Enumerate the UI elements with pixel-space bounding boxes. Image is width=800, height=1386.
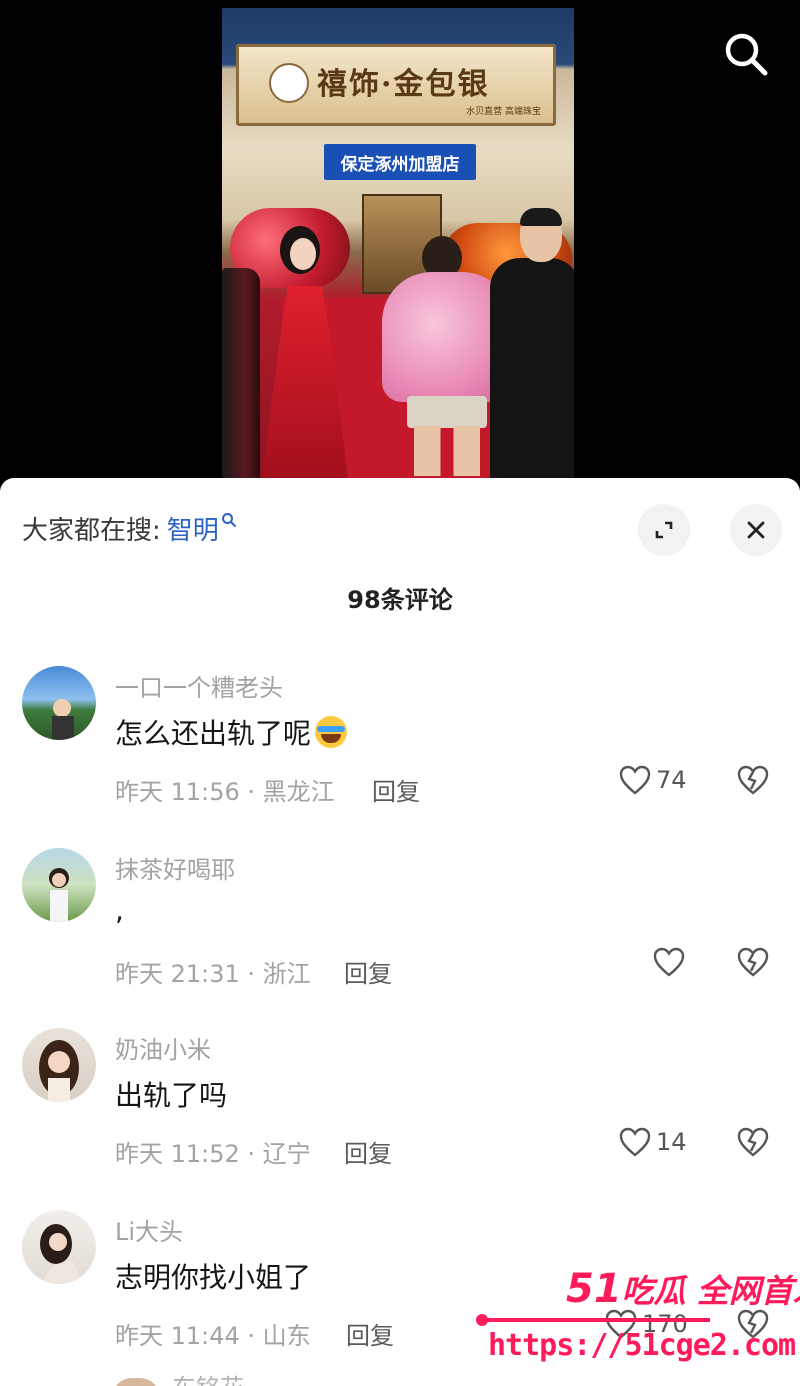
avatar[interactable] xyxy=(22,1028,96,1102)
comment-item: 奶油小米 出轨了吗 昨天 11:52 · 辽宁 回复 14 xyxy=(0,1014,800,1194)
comment-meta: 昨天 11:56 · 黑龙江 xyxy=(115,778,335,806)
comment-item: Li大头 志明你找小姐了 昨天 11:44 · 山东 回复 170 xyxy=(0,1196,800,1376)
like-button[interactable] xyxy=(652,946,686,978)
video-player[interactable]: 禧饰·金包银 水贝直营 高端珠宝 保定涿州加盟店 xyxy=(0,0,800,478)
comment-meta: 昨天 11:44 · 山东 xyxy=(115,1322,311,1350)
laughing-crying-emoji-icon xyxy=(315,716,348,748)
reply-button[interactable]: 回复 xyxy=(344,1134,392,1169)
video-frame[interactable]: 禧饰·金包银 水贝直营 高端珠宝 保定涿州加盟店 xyxy=(222,8,574,478)
comment-text: 怎么还出轨了呢 xyxy=(115,712,348,752)
man-in-black xyxy=(490,208,574,478)
trending-label: 大家都在搜: xyxy=(22,516,161,546)
comments-sheet: 大家都在搜: 智明 98条评论 一口一个糟老头 怎么还出轨了呢 昨天 11:56… xyxy=(0,478,800,1386)
heart-icon xyxy=(653,947,685,977)
comment-username[interactable]: 一口一个糟老头 xyxy=(115,668,283,703)
search-icon xyxy=(725,33,768,76)
expand-icon xyxy=(655,521,673,539)
comment-username[interactable]: 东铭花 xyxy=(172,1374,244,1386)
dislike-button[interactable] xyxy=(736,1126,770,1162)
reply-button[interactable]: 回复 xyxy=(344,954,392,989)
like-count: 74 xyxy=(656,766,687,794)
heart-icon xyxy=(619,765,651,795)
comment-text-body: 怎么还出轨了呢 xyxy=(115,717,312,750)
avatar[interactable] xyxy=(22,1210,96,1284)
reply-button[interactable]: 回复 xyxy=(372,772,420,807)
trending-search[interactable]: 大家都在搜: 智明 xyxy=(22,510,237,547)
store-subtitle: 水贝直营 高端珠宝 xyxy=(466,107,541,117)
broken-heart-icon xyxy=(737,1127,769,1157)
broken-heart-icon xyxy=(737,947,769,977)
woman-in-red-dress xyxy=(252,226,350,478)
comment-meta: 昨天 11:52 · 辽宁 xyxy=(115,1140,311,1168)
trending-term-link[interactable]: 智明 xyxy=(167,510,219,547)
search-small-icon xyxy=(221,512,236,527)
search-button[interactable] xyxy=(720,28,772,80)
close-icon xyxy=(747,521,765,539)
dislike-button[interactable] xyxy=(736,1308,770,1344)
comment-item: 抹茶好喝耶 , 昨天 21:31 · 浙江 回复 xyxy=(0,834,800,1014)
heart-icon xyxy=(605,1309,637,1339)
avatar[interactable] xyxy=(22,666,96,740)
branch-sign: 保定涿州加盟店 xyxy=(324,144,476,180)
dislike-button[interactable] xyxy=(736,764,770,800)
heart-icon xyxy=(619,1127,651,1157)
reply-button[interactable]: 回复 xyxy=(346,1316,394,1351)
comment-username[interactable]: 奶油小米 xyxy=(115,1030,211,1065)
like-button[interactable]: 14 xyxy=(618,1126,687,1158)
broken-heart-icon xyxy=(737,765,769,795)
expand-button[interactable] xyxy=(638,504,690,556)
broken-heart-icon xyxy=(737,1309,769,1339)
avatar[interactable] xyxy=(112,1378,160,1386)
store-name: 禧饰·金包银 xyxy=(317,67,490,102)
avatar[interactable] xyxy=(22,848,96,922)
store-sign: 禧饰·金包银 水贝直营 高端珠宝 xyxy=(236,44,556,126)
store-logo xyxy=(269,63,309,103)
comment-text: , xyxy=(115,894,124,927)
comment-count: 98条评论 xyxy=(347,586,453,614)
comment-username[interactable]: 抹茶好喝耶 xyxy=(115,850,235,885)
comment-text: 志明你找小姐了 xyxy=(115,1261,312,1294)
like-button[interactable]: 74 xyxy=(618,764,687,796)
dislike-button[interactable] xyxy=(736,946,770,982)
comment-text: 出轨了吗 xyxy=(115,1079,228,1112)
like-button[interactable]: 170 xyxy=(604,1308,688,1340)
like-count: 170 xyxy=(642,1310,688,1338)
like-count: 14 xyxy=(656,1128,687,1156)
comment-username[interactable]: Li大头 xyxy=(115,1212,183,1247)
close-button[interactable] xyxy=(730,504,782,556)
comment-meta: 昨天 21:31 · 浙江 xyxy=(115,960,311,988)
comment-item: 一口一个糟老头 怎么还出轨了呢 昨天 11:56 · 黑龙江 回复 74 xyxy=(0,652,800,832)
